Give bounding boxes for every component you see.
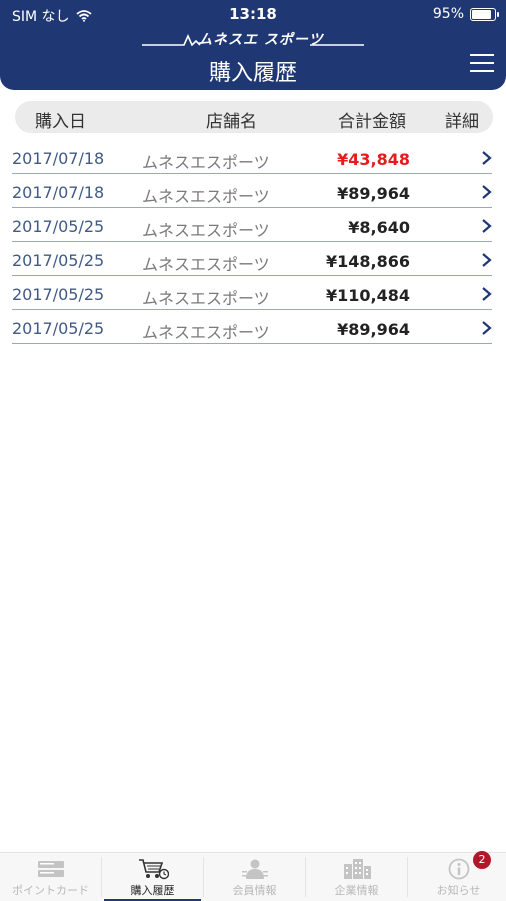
card-icon — [37, 861, 64, 877]
shop-name: ムネスエスポーツ — [142, 289, 270, 308]
tab-point-card[interactable]: ポイントカード — [0, 853, 101, 901]
status-time: 13:18 — [229, 5, 277, 23]
brand-logo: ムネスエ スポーツ — [140, 28, 366, 50]
tab-label: ポイントカード — [12, 884, 89, 897]
column-detail: 詳細 — [445, 112, 479, 132]
table-row[interactable]: 2017/07/18 ムネスエスポーツ ¥89,964 — [12, 174, 492, 208]
cart-icon — [138, 859, 169, 880]
purchase-date: 2017/05/25 — [12, 251, 105, 270]
info-icon — [448, 858, 469, 880]
battery-icon — [470, 7, 499, 21]
table-row[interactable]: 2017/05/25 ムネスエスポーツ ¥8,640 — [12, 208, 492, 242]
purchase-date: 2017/07/18 — [12, 183, 105, 202]
purchase-date: 2017/05/25 — [12, 285, 105, 304]
shop-name: ムネスエスポーツ — [142, 323, 270, 342]
chevron-right-icon[interactable] — [480, 150, 494, 166]
column-shop: 店舗名 — [206, 112, 257, 132]
purchase-date: 2017/05/25 — [12, 319, 105, 338]
battery-percent: 95% — [432, 6, 464, 22]
tab-company-info[interactable]: 企業情報 — [306, 853, 407, 901]
tab-member-info[interactable]: 会員情報 — [204, 853, 305, 901]
total-amount: ¥89,964 — [337, 320, 410, 339]
status-bar: SIM なし 13:18 95% — [0, 0, 506, 28]
shop-name: ムネスエスポーツ — [142, 255, 270, 274]
purchase-date: 2017/07/18 — [12, 149, 105, 168]
purchase-list: 2017/07/18 ムネスエスポーツ ¥43,848 2017/07/18 ム… — [0, 140, 506, 344]
chevron-right-icon[interactable] — [480, 252, 494, 268]
total-amount: ¥89,964 — [337, 184, 410, 203]
tab-label: 企業情報 — [334, 884, 379, 897]
table-header: 購入日 店舗名 合計金額 詳細 — [15, 101, 493, 133]
shop-name: ムネスエスポーツ — [142, 153, 270, 172]
chevron-right-icon[interactable] — [480, 286, 494, 302]
table-row[interactable]: 2017/05/25 ムネスエスポーツ ¥148,866 — [12, 242, 492, 276]
notification-badge: 2 — [473, 851, 491, 869]
tab-label: お知らせ — [436, 884, 481, 897]
logo-text: ムネスエ スポーツ — [198, 32, 324, 48]
page-title: 購入履歴 — [208, 61, 297, 86]
status-right: 95% — [432, 6, 499, 22]
column-amount: 合計金額 — [338, 112, 406, 132]
tab-label: 会員情報 — [232, 884, 277, 897]
building-icon — [343, 859, 371, 879]
column-date: 購入日 — [35, 112, 86, 132]
bottom-tab-bar: ポイントカード 購入履歴 会員情報 企業情報 お知らせ 2 — [0, 851, 506, 901]
total-amount: ¥110,484 — [325, 286, 410, 305]
purchase-date: 2017/05/25 — [12, 217, 105, 236]
total-amount: ¥8,640 — [348, 218, 410, 237]
shop-name: ムネスエスポーツ — [142, 221, 270, 240]
table-row[interactable]: 2017/05/25 ムネスエスポーツ ¥110,484 — [12, 276, 492, 310]
tab-notices[interactable]: お知らせ 2 — [408, 851, 506, 901]
chevron-right-icon[interactable] — [480, 320, 494, 336]
chevron-right-icon[interactable] — [480, 218, 494, 234]
total-amount: ¥148,866 — [325, 252, 410, 271]
total-amount: ¥43,848 — [337, 150, 410, 169]
tab-label: 購入履歴 — [130, 884, 175, 897]
chevron-right-icon[interactable] — [480, 184, 494, 200]
hamburger-menu-icon[interactable] — [470, 54, 494, 74]
app-header: SIM なし 13:18 95% ムネスエ スポーツ 購入履歴 — [0, 0, 506, 90]
table-row[interactable]: 2017/05/25 ムネスエスポーツ ¥89,964 — [12, 310, 492, 344]
table-row[interactable]: 2017/07/18 ムネスエスポーツ ¥43,848 — [12, 140, 492, 174]
shop-name: ムネスエスポーツ — [142, 187, 270, 206]
member-icon — [241, 859, 268, 879]
tab-purchase-history[interactable]: 購入履歴 — [102, 853, 203, 901]
